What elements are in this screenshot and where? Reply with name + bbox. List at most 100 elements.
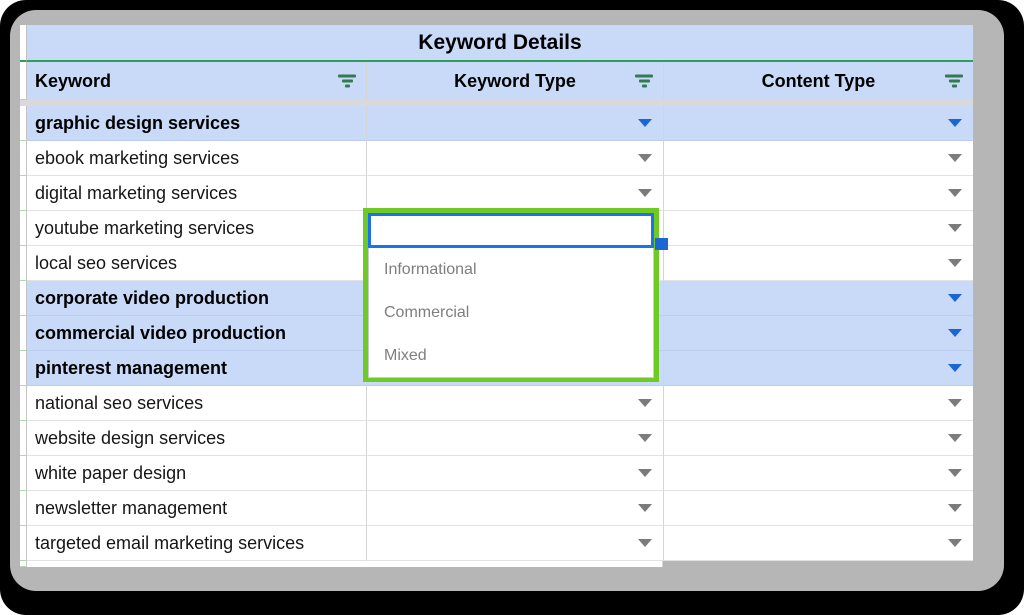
keyword-cell[interactable]: website design services bbox=[27, 421, 367, 456]
spreadsheet-surround: Keyword Details Keyword Keyword Type Con… bbox=[10, 10, 1004, 591]
table-title: Keyword Details bbox=[418, 31, 581, 55]
content-type-cell[interactable] bbox=[664, 456, 973, 491]
dropdown-arrow-icon[interactable] bbox=[948, 119, 962, 127]
screenshot-black-frame: Keyword Details Keyword Keyword Type Con… bbox=[0, 0, 1024, 615]
row-edge-sliver bbox=[20, 176, 27, 211]
row-edge-sliver bbox=[20, 62, 27, 100]
content-type-cell[interactable] bbox=[664, 351, 973, 386]
content-type-cell[interactable] bbox=[664, 421, 973, 456]
row-edge-sliver bbox=[20, 246, 27, 281]
keyword-type-cell[interactable] bbox=[367, 526, 664, 561]
dropdown-arrow-icon[interactable] bbox=[948, 399, 962, 407]
dropdown-arrow-icon[interactable] bbox=[638, 119, 652, 127]
table-title-row: Keyword Details bbox=[20, 25, 973, 62]
table-title-cell[interactable]: Keyword Details bbox=[27, 25, 973, 62]
content-type-cell[interactable] bbox=[664, 526, 973, 561]
dropdown-option[interactable]: Informational bbox=[369, 248, 653, 291]
keyword-cell[interactable]: targeted email marketing services bbox=[27, 526, 367, 561]
keyword-cell[interactable]: graphic design services bbox=[27, 106, 367, 141]
fill-handle[interactable] bbox=[655, 238, 668, 250]
dropdown-arrow-icon[interactable] bbox=[948, 434, 962, 442]
dropdown-arrow-icon[interactable] bbox=[948, 259, 962, 267]
table-row: national seo services bbox=[20, 386, 973, 421]
row-edge-sliver bbox=[20, 106, 27, 141]
dropdown-arrow-icon[interactable] bbox=[948, 154, 962, 162]
content-type-cell[interactable] bbox=[664, 386, 973, 421]
dropdown-arrow-icon[interactable] bbox=[638, 469, 652, 477]
keyword-cell[interactable]: pinterest management bbox=[27, 351, 367, 386]
keyword-type-cell[interactable] bbox=[367, 491, 664, 526]
row-edge-sliver bbox=[20, 25, 27, 62]
row-edge-sliver bbox=[20, 561, 27, 567]
keyword-cell[interactable]: local seo services bbox=[27, 246, 367, 281]
keyword-type-cell[interactable] bbox=[367, 141, 664, 176]
row-edge-sliver bbox=[20, 316, 27, 351]
keyword-cell[interactable]: national seo services bbox=[27, 386, 367, 421]
dropdown-arrow-icon[interactable] bbox=[948, 469, 962, 477]
keyword-cell[interactable]: white paper design bbox=[27, 456, 367, 491]
keyword-type-cell[interactable] bbox=[367, 386, 664, 421]
dropdown-arrow-icon[interactable] bbox=[948, 504, 962, 512]
row-edge-sliver bbox=[20, 386, 27, 421]
dropdown-arrow-icon[interactable] bbox=[638, 399, 652, 407]
row-edge-sliver bbox=[20, 526, 27, 561]
content-type-cell[interactable] bbox=[664, 106, 973, 141]
table-row: website design services bbox=[20, 421, 973, 456]
dropdown-arrow-icon[interactable] bbox=[948, 539, 962, 547]
content-type-cell[interactable] bbox=[664, 246, 973, 281]
table-row: targeted email marketing services bbox=[20, 526, 973, 561]
active-cell-editor[interactable] bbox=[368, 213, 654, 248]
dropdown-arrow-icon[interactable] bbox=[948, 364, 962, 372]
table-row: digital marketing services bbox=[20, 176, 973, 211]
keyword-cell[interactable]: youtube marketing services bbox=[27, 211, 367, 246]
table-row: white paper design bbox=[20, 456, 973, 491]
row-edge-sliver bbox=[20, 421, 27, 456]
keyword-cell[interactable]: digital marketing services bbox=[27, 176, 367, 211]
dropdown-arrow-icon[interactable] bbox=[638, 504, 652, 512]
column-header-label: Keyword bbox=[35, 71, 111, 92]
content-type-cell[interactable] bbox=[664, 176, 973, 211]
table-row: ebook marketing services bbox=[20, 141, 973, 176]
keyword-type-cell[interactable] bbox=[367, 421, 664, 456]
row-edge-sliver bbox=[20, 351, 27, 386]
content-type-cell[interactable] bbox=[664, 211, 973, 246]
dropdown-arrow-icon[interactable] bbox=[948, 294, 962, 302]
content-type-cell[interactable] bbox=[664, 141, 973, 176]
column-header-keyword-type[interactable]: Keyword Type bbox=[367, 62, 664, 100]
row-edge-sliver bbox=[20, 456, 27, 491]
dropdown-arrow-icon[interactable] bbox=[638, 539, 652, 547]
dropdown-option[interactable]: Mixed bbox=[369, 334, 653, 377]
dropdown-arrow-icon[interactable] bbox=[638, 434, 652, 442]
dropdown-arrow-icon[interactable] bbox=[948, 189, 962, 197]
keyword-type-cell[interactable] bbox=[367, 456, 664, 491]
content-type-cell[interactable] bbox=[664, 491, 973, 526]
keyword-cell[interactable]: ebook marketing services bbox=[27, 141, 367, 176]
keyword-cell[interactable]: corporate video production bbox=[27, 281, 367, 316]
keyword-type-cell[interactable] bbox=[367, 176, 664, 211]
dropdown-arrow-icon[interactable] bbox=[638, 189, 652, 197]
filter-icon[interactable] bbox=[635, 75, 653, 88]
column-header-label: Content Type bbox=[762, 71, 876, 92]
dropdown-arrow-icon[interactable] bbox=[638, 154, 652, 162]
content-type-cell[interactable] bbox=[664, 316, 973, 351]
row-edge-sliver bbox=[20, 141, 27, 176]
keyword-type-dropdown-popup: InformationalCommercialMixed bbox=[363, 208, 659, 382]
keyword-cell[interactable]: newsletter management bbox=[27, 491, 367, 526]
row-edge-sliver bbox=[20, 281, 27, 316]
table-row: graphic design services bbox=[20, 106, 973, 141]
partial-row-cells bbox=[27, 561, 663, 567]
keyword-type-cell[interactable] bbox=[367, 106, 664, 141]
filter-icon[interactable] bbox=[945, 75, 963, 88]
column-header-content-type[interactable]: Content Type bbox=[664, 62, 973, 100]
content-type-cell[interactable] bbox=[664, 281, 973, 316]
dropdown-arrow-icon[interactable] bbox=[948, 329, 962, 337]
column-header-keyword[interactable]: Keyword bbox=[27, 62, 367, 100]
dropdown-arrow-icon[interactable] bbox=[948, 224, 962, 232]
dropdown-menu: InformationalCommercialMixed bbox=[368, 248, 654, 378]
filter-icon[interactable] bbox=[338, 75, 356, 88]
dropdown-option[interactable]: Commercial bbox=[369, 291, 653, 334]
table-row: newsletter management bbox=[20, 491, 973, 526]
keyword-cell[interactable]: commercial video production bbox=[27, 316, 367, 351]
column-header-label: Keyword Type bbox=[454, 71, 576, 92]
row-edge-sliver bbox=[20, 491, 27, 526]
